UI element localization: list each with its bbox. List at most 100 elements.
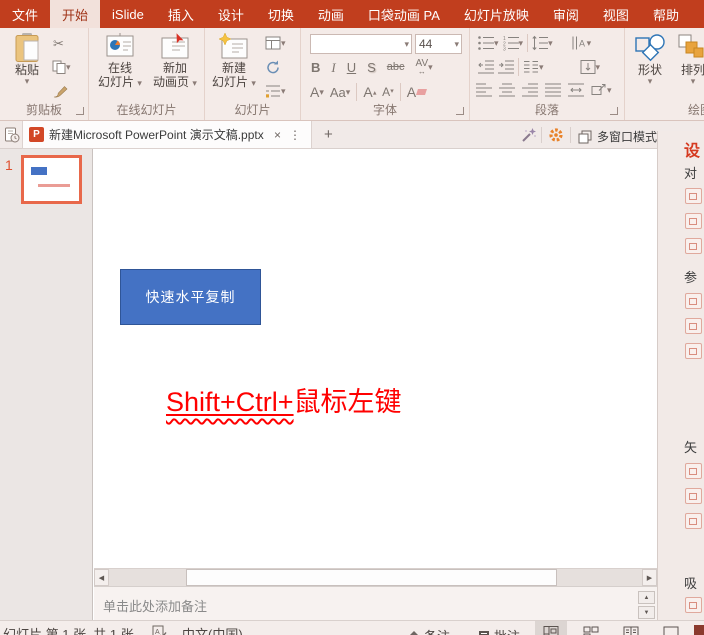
clear-formatting-button[interactable]: A <box>407 85 426 100</box>
normal-view-button[interactable] <box>535 621 567 635</box>
new-animation-page-button[interactable]: 新加 动画页 ▾ <box>149 33 201 89</box>
clipboard-dialog-launcher[interactable] <box>76 107 84 115</box>
arrange-icon <box>677 33 704 63</box>
notes-toggle-button[interactable]: 备注 <box>408 626 450 635</box>
online-slides-button[interactable]: 在线 幻灯片 ▾ <box>96 33 144 89</box>
menu-tab-view[interactable]: 视图 <box>591 0 641 28</box>
menu-tab-insert[interactable]: 插入 <box>156 0 206 28</box>
bullets-button[interactable]: ▾ <box>478 35 499 51</box>
justify-button[interactable] <box>545 82 561 98</box>
vector-tool-button[interactable] <box>685 513 702 529</box>
numbering-button[interactable]: ▾ <box>503 35 524 51</box>
paste-button[interactable]: 粘贴 ▾ <box>6 33 48 85</box>
reading-view-button[interactable] <box>615 621 647 635</box>
align-tool-button[interactable] <box>685 238 702 254</box>
guides-tool-button[interactable] <box>685 293 702 309</box>
settings-button[interactable] <box>548 127 564 143</box>
paragraph-dialog-launcher[interactable] <box>610 107 618 115</box>
format-painter-button[interactable] <box>53 83 68 98</box>
align-left-button[interactable] <box>476 82 492 98</box>
slide-shape-rectangle[interactable]: 快速水平复制 <box>120 269 261 325</box>
menu-tab-pocket-animation[interactable]: 口袋动画 PA <box>356 0 452 28</box>
slide-canvas[interactable]: 快速水平复制 Shift+Ctrl+鼠标左键 <box>94 149 657 568</box>
cut-button[interactable]: ✂ <box>53 36 64 51</box>
scroll-left-button[interactable]: ◀ <box>94 569 109 586</box>
section-button[interactable]: ▾ <box>265 83 286 99</box>
menu-tab-help[interactable]: 帮助 <box>641 0 691 28</box>
slide-layout-button[interactable]: ▾ <box>265 35 286 51</box>
menu-tab-slideshow[interactable]: 幻灯片放映 <box>452 0 541 28</box>
distribute-text-button[interactable] <box>568 82 584 98</box>
align-tool-button[interactable] <box>685 188 702 204</box>
menu-tab-islide[interactable]: iSlide <box>100 0 156 28</box>
reset-slide-button[interactable] <box>265 59 281 75</box>
language-indicator[interactable]: 中文(中国) <box>182 624 243 635</box>
line-spacing-button[interactable]: ▾ <box>532 35 553 51</box>
spellcheck-button[interactable]: A <box>152 625 167 635</box>
shrink-font-button[interactable]: A ▾ <box>382 85 394 100</box>
menu-tab-review[interactable]: 审阅 <box>541 0 591 28</box>
comments-toggle-button[interactable]: 批注 <box>478 626 520 635</box>
scroll-right-button[interactable]: ▶ <box>642 569 657 586</box>
arrange-button[interactable]: 排列 ▾ <box>673 33 704 85</box>
align-text-button[interactable]: ▾ <box>580 59 601 75</box>
copy-button[interactable]: ▾ <box>52 60 71 74</box>
character-spacing-button[interactable]: AV ↔ ▾ <box>416 59 433 75</box>
notes-placeholder[interactable]: 单击此处添加备注 <box>103 596 207 615</box>
decrease-indent-button[interactable] <box>478 59 494 75</box>
slideshow-view-button[interactable] <box>655 621 687 635</box>
smartart-button[interactable]: ▾ <box>591 82 612 98</box>
slide-text-annotation[interactable]: Shift+Ctrl+鼠标左键 <box>166 380 402 419</box>
vector-tool-button[interactable] <box>685 463 702 479</box>
layout-icon <box>265 35 281 51</box>
dropdown-icon: ▾ <box>454 40 461 48</box>
menu-tab-design[interactable]: 设计 <box>206 0 256 28</box>
columns-button[interactable]: ▾ <box>523 59 544 75</box>
new-tab-button[interactable]: + <box>320 126 337 143</box>
vector-tool-button[interactable] <box>685 488 702 504</box>
change-case-button[interactable]: Aa ▾ <box>330 85 350 100</box>
reset-icon <box>265 59 281 75</box>
underline-button[interactable]: U <box>347 60 356 75</box>
snap-tool-button[interactable] <box>685 597 702 613</box>
notes-scroll-down-button[interactable]: ▼ <box>638 606 655 619</box>
guides-tool-button[interactable] <box>685 318 702 334</box>
normal-view-icon <box>543 625 559 635</box>
align-right-button[interactable] <box>522 82 538 98</box>
shapes-button[interactable]: 形状 ▾ <box>630 33 670 85</box>
menu-tab-file[interactable]: 文件 <box>0 0 50 28</box>
font-color-button[interactable]: A ▾ <box>310 85 324 100</box>
font-name-combo[interactable]: ▾ <box>310 34 412 54</box>
multi-window-mode-button[interactable]: 多窗口模式 <box>578 128 657 145</box>
font-dialog-launcher[interactable] <box>456 107 464 115</box>
document-tab[interactable]: P 新建Microsoft PowerPoint 演示文稿.pptx × ⋮ <box>22 121 312 149</box>
text-shadow-button[interactable]: S <box>367 60 376 75</box>
magic-wand-button[interactable] <box>521 127 537 143</box>
scrollbar-track[interactable] <box>109 569 642 586</box>
new-slide-button[interactable]: 新建 幻灯片 ▾ <box>210 33 258 89</box>
recent-files-button[interactable] <box>4 127 20 143</box>
copy-icon <box>52 60 66 74</box>
bold-button[interactable]: B <box>311 60 320 75</box>
close-tab-button[interactable]: × <box>270 128 285 142</box>
strikethrough-button[interactable]: abc <box>387 60 405 75</box>
increase-indent-button[interactable] <box>498 59 514 75</box>
slide-thumbnail[interactable] <box>21 155 82 204</box>
font-size-combo[interactable]: 44 ▾ <box>415 34 462 54</box>
menu-tab-animations[interactable]: 动画 <box>306 0 356 28</box>
tab-more-button[interactable]: ⋮ <box>285 128 305 142</box>
slide-number: 1 <box>5 157 13 173</box>
scrollbar-thumb[interactable] <box>186 569 557 586</box>
menu-tab-transitions[interactable]: 切换 <box>256 0 306 28</box>
align-center-button[interactable] <box>499 82 515 98</box>
guides-tool-button[interactable] <box>685 343 702 359</box>
dropdown-icon: ▾ <box>539 63 544 71</box>
align-tool-button[interactable] <box>685 213 702 229</box>
text-direction-button[interactable]: ▾ <box>571 35 592 51</box>
clipped-statusbar-icon[interactable] <box>694 625 704 635</box>
grow-font-button[interactable]: A ▾ <box>363 85 376 100</box>
menu-tab-home[interactable]: 开始 <box>50 0 100 28</box>
italic-button[interactable]: I <box>331 60 335 75</box>
slide-sorter-view-button[interactable] <box>575 621 607 635</box>
notes-scroll-up-button[interactable]: ▲ <box>638 591 655 604</box>
